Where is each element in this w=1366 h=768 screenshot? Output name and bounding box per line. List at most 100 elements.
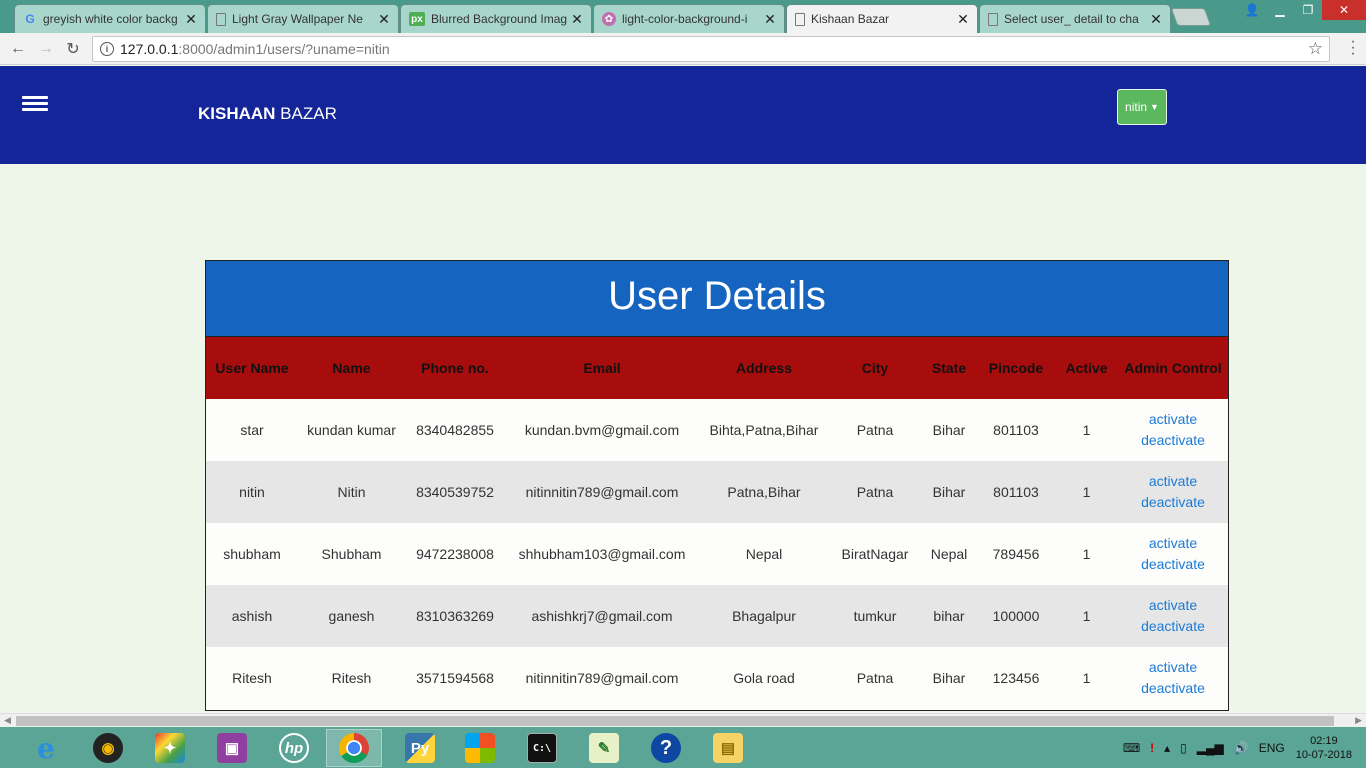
close-tab-icon[interactable]: ✕ [1150,11,1162,28]
chevron-up-icon[interactable]: ▴ [1164,741,1170,755]
cell-city: Patna [829,399,921,461]
cell-pincode: 100000 [977,585,1055,647]
cell-state: bihar [921,585,977,647]
browser-tab[interactable]: Light Gray Wallpaper Ne ✕ [207,4,399,33]
battery-icon[interactable]: ▯ [1180,741,1187,755]
cell-state: Nepal [921,523,977,585]
activate-link[interactable]: activate [1122,595,1224,616]
activate-link[interactable]: activate [1122,471,1224,492]
close-tab-icon[interactable]: ✕ [957,11,969,28]
cell-username: ashish [206,585,298,647]
flower-icon: ✿ [602,12,616,26]
site-brand[interactable]: KISHAAN BAZAR [198,104,337,124]
hamburger-menu-icon[interactable] [22,96,48,112]
language-indicator[interactable]: ENG [1259,741,1285,755]
address-bar[interactable]: i 127.0.0.1:8000/admin1/users/?uname=nit… [92,36,1330,62]
cell-active: 1 [1055,585,1118,647]
office-icon[interactable] [452,729,508,767]
deactivate-link[interactable]: deactivate [1122,492,1224,513]
cell-name: Ritesh [298,647,405,709]
deactivate-link[interactable]: deactivate [1122,554,1224,575]
minimize-icon[interactable]: ▁ [1266,0,1294,20]
activate-link[interactable]: activate [1122,533,1224,554]
cell-state: Bihar [921,461,977,523]
deactivate-link[interactable]: deactivate [1122,430,1224,451]
horizontal-scrollbar[interactable]: ◀ ▶ [0,713,1366,727]
activate-link[interactable]: activate [1122,657,1224,678]
notepad-icon[interactable]: ✎ [576,729,632,767]
tab-title: light-color-background-i [622,12,748,26]
google-icon: G [25,12,35,26]
table-header-row: User Name Name Phone no. Email Address C… [206,337,1228,399]
cell-phone: 3571594568 [405,647,505,709]
user-dropdown-button[interactable]: nitin ▼ [1117,89,1167,125]
clock[interactable]: 02:19 10-07-2018 [1296,734,1352,762]
cell-address: Bihta,Patna,Bihar [699,399,829,461]
browser-tab[interactable]: px Blurred Background Imag ✕ [400,4,592,33]
page-icon [216,12,226,26]
bookmark-star-icon[interactable]: ☆ [1308,39,1323,59]
close-tab-icon[interactable]: ✕ [571,11,583,28]
table-row: shubham Shubham 9472238008 shhubham103@g… [206,523,1228,585]
keyboard-icon[interactable]: ⌨ [1123,741,1140,755]
deactivate-link[interactable]: deactivate [1122,678,1224,699]
col-header: Phone no. [405,337,505,399]
back-arrow-icon[interactable]: ← [8,39,28,59]
cell-active: 1 [1055,399,1118,461]
browser-tab-strip: G greyish white color backg ✕ Light Gray… [0,0,1366,33]
cell-name: Shubham [298,523,405,585]
cell-admin-control: activate deactivate [1118,399,1228,461]
cell-address: Nepal [699,523,829,585]
tab-title: greyish white color backg [43,12,178,26]
connect-icon[interactable]: ▣ [204,729,260,767]
cell-email: shhubham103@gmail.com [505,523,699,585]
browser-toolbar: ← → ↻ i 127.0.0.1:8000/admin1/users/?una… [0,33,1366,65]
browser-tab-active[interactable]: Kishaan Bazar ✕ [786,4,978,33]
cell-username: Ritesh [206,647,298,709]
info-icon[interactable]: i [100,42,114,56]
table-row: ashish ganesh 8310363269 ashishkrj7@gmai… [206,585,1228,647]
deactivate-link[interactable]: deactivate [1122,616,1224,637]
python-icon[interactable]: Py [392,729,448,767]
cell-address: Bhagalpur [699,585,829,647]
browser-tab[interactable]: G greyish white color backg ✕ [14,4,206,33]
browser-menu-icon[interactable]: · · · [1348,34,1358,62]
cell-pincode: 801103 [977,461,1055,523]
close-tab-icon[interactable]: ✕ [378,11,390,28]
reload-icon[interactable]: ↻ [63,39,83,59]
restore-icon[interactable]: ❐ [1294,0,1322,20]
cell-phone: 8310363269 [405,585,505,647]
cell-admin-control: activate deactivate [1118,585,1228,647]
close-tab-icon[interactable]: ✕ [764,11,776,28]
action-center-icon[interactable]: ! [1150,741,1154,755]
help-icon[interactable]: ? [638,729,694,767]
clock-date: 10-07-2018 [1295,748,1352,761]
scrollbar-thumb[interactable] [16,716,1334,726]
cell-pincode: 789456 [977,523,1055,585]
forward-arrow-icon[interactable]: → [36,39,56,59]
games-icon[interactable]: ✦ [142,729,198,767]
user-profile-icon[interactable]: 👤 [1238,0,1266,20]
browser-tab[interactable]: ✿ light-color-background-i ✕ [593,4,785,33]
cell-name: kundan kumar [298,399,405,461]
signal-icon[interactable]: ▂▄▆ [1197,741,1224,755]
chrome-icon[interactable] [326,729,382,767]
scroll-right-icon[interactable]: ▶ [1355,715,1362,726]
url-host: 127.0.0.1 [120,41,179,57]
hp-icon[interactable]: hp [266,729,322,767]
volume-icon[interactable]: 🔊 [1234,741,1249,755]
site-navbar: KISHAAN BAZAR nitin ▼ [0,66,1366,164]
media-player-icon[interactable]: ◉ [80,729,136,767]
new-tab-button[interactable] [1170,8,1212,26]
terminal-icon[interactable]: C:\ [514,729,570,767]
close-tab-icon[interactable]: ✕ [185,11,197,28]
internet-explorer-icon[interactable]: e [18,729,74,767]
cell-email: ashishkrj7@gmail.com [505,585,699,647]
browser-tab[interactable]: Select user_ detail to cha ✕ [979,4,1171,33]
scroll-left-icon[interactable]: ◀ [4,715,11,726]
col-header: Pincode [977,337,1055,399]
table-row: Ritesh Ritesh 3571594568 nitinnitin789@g… [206,647,1228,709]
activate-link[interactable]: activate [1122,409,1224,430]
file-explorer-icon[interactable]: ▤ [700,729,756,767]
close-window-icon[interactable]: ✕ [1322,0,1366,20]
